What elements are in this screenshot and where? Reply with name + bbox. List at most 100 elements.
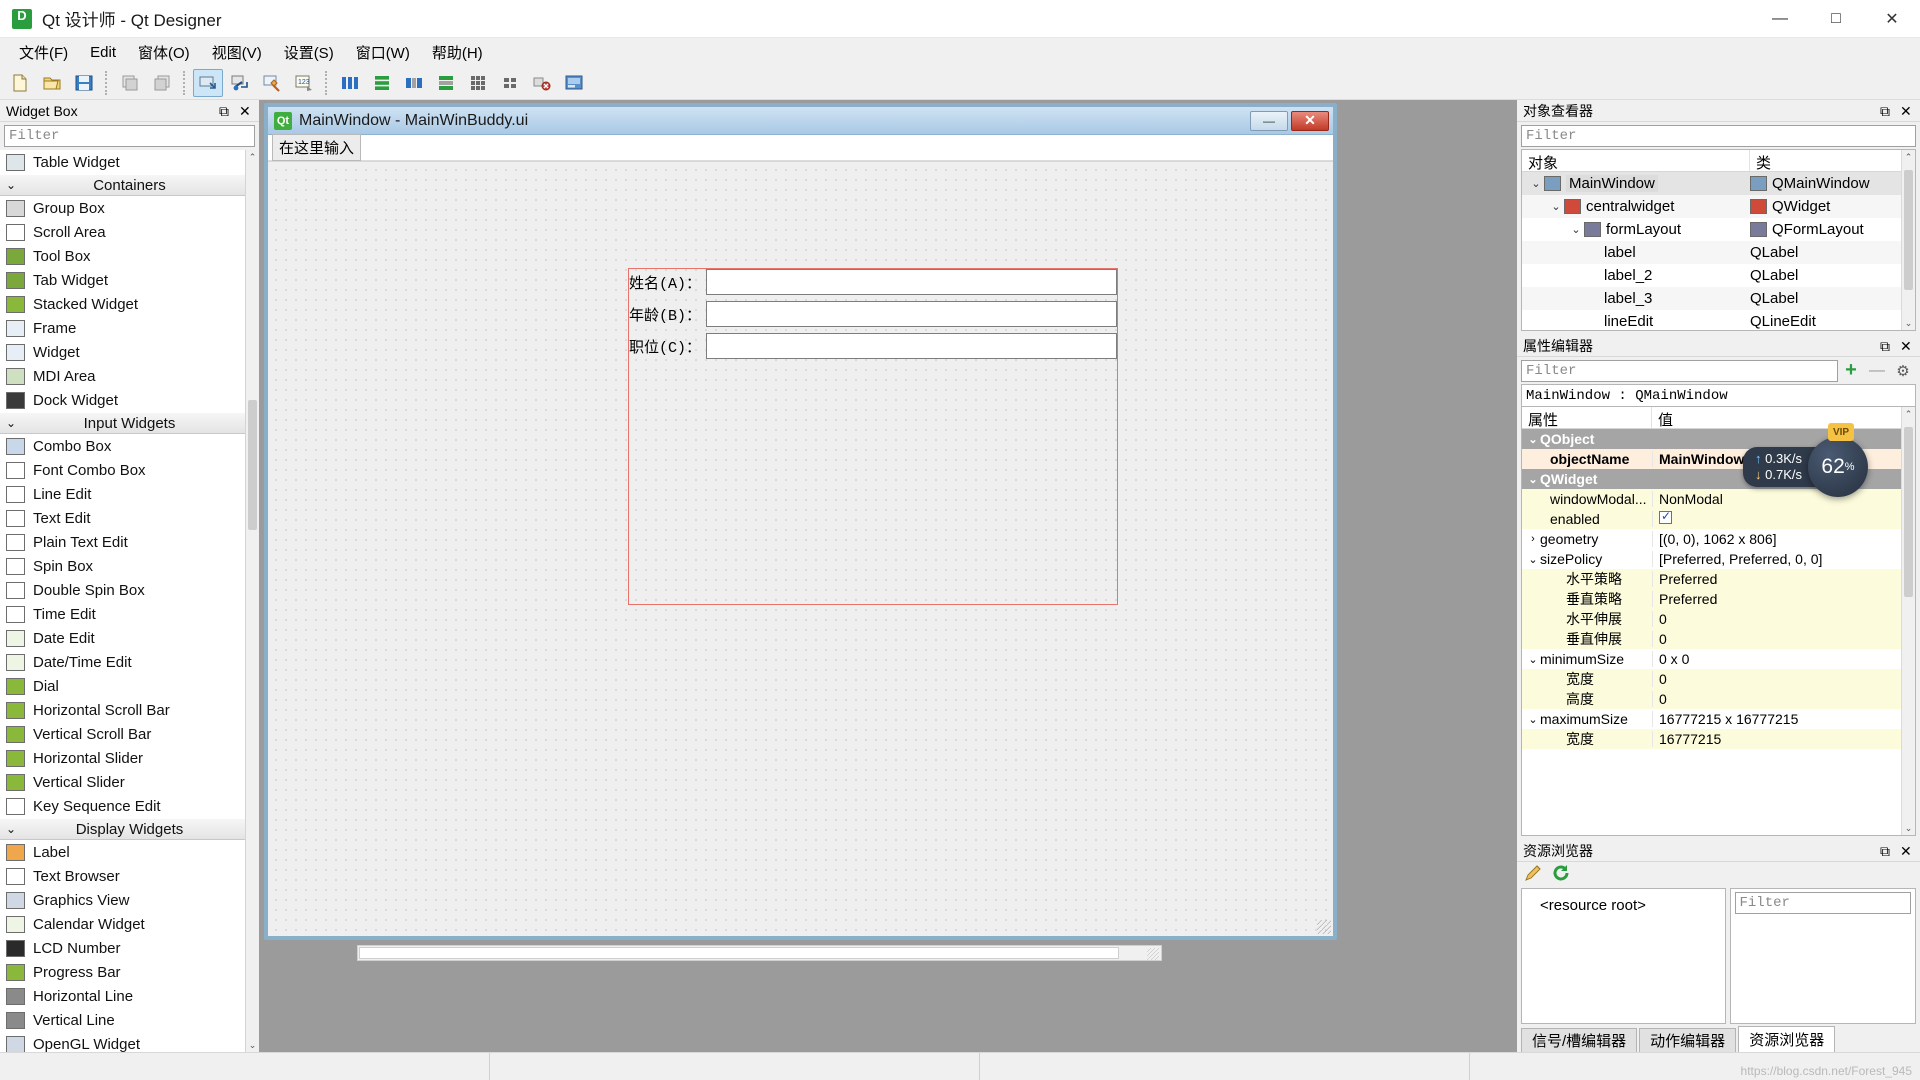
widget-box-category-display-widgets[interactable]: ⌄ Display Widgets bbox=[0, 818, 259, 840]
column-header-value[interactable]: 值 bbox=[1652, 407, 1915, 429]
property-value-cell[interactable]: MainWindow bbox=[1652, 451, 1915, 467]
object-tree-row[interactable]: label_2 QLabel bbox=[1522, 264, 1915, 287]
property-row[interactable]: 水平伸展 0 bbox=[1522, 609, 1915, 629]
widget-box-item[interactable]: Dial bbox=[0, 674, 259, 698]
widget-box-item[interactable]: Graphics View bbox=[0, 888, 259, 912]
object-tree-row[interactable]: ⌄ centralwidget QWidget bbox=[1522, 195, 1915, 218]
float-icon[interactable]: ⧉ bbox=[1880, 843, 1896, 859]
remove-property-button[interactable]: — bbox=[1864, 362, 1890, 380]
property-row[interactable]: 宽度 16777215 bbox=[1522, 729, 1915, 749]
chevron-down-icon[interactable]: ⌄ bbox=[1568, 223, 1584, 236]
layout-splitter-h-icon[interactable] bbox=[399, 69, 429, 97]
widget-box-item[interactable]: Calendar Widget bbox=[0, 912, 259, 936]
widget-box-category-containers[interactable]: ⌄ Containers bbox=[0, 174, 259, 196]
chevron-down-icon[interactable]: ⌄ bbox=[1526, 553, 1540, 566]
property-value-cell[interactable]: Preferred bbox=[1652, 591, 1915, 607]
scrollbar-grip[interactable] bbox=[1147, 948, 1159, 960]
property-value-cell[interactable]: NonModal bbox=[1652, 491, 1915, 507]
property-value-cell[interactable]: 16777215 bbox=[1652, 731, 1915, 747]
menu-settings[interactable]: 设置(S) bbox=[273, 38, 345, 67]
widget-box-item[interactable]: Double Spin Box bbox=[0, 578, 259, 602]
widget-box-item[interactable]: MDI Area bbox=[0, 364, 259, 388]
widget-box-item[interactable]: Vertical Scroll Bar bbox=[0, 722, 259, 746]
column-header-property[interactable]: 属性 bbox=[1522, 407, 1652, 429]
close-button[interactable]: ✕ bbox=[1864, 0, 1920, 38]
scroll-up-icon[interactable]: ⌃ bbox=[246, 150, 259, 164]
widget-box-item[interactable]: Line Edit bbox=[0, 482, 259, 506]
form-label[interactable]: 职位(C)： bbox=[629, 336, 705, 357]
layout-vertically-icon[interactable] bbox=[367, 69, 397, 97]
property-value-cell[interactable]: 0 bbox=[1652, 611, 1915, 627]
float-icon[interactable]: ⧉ bbox=[1880, 103, 1896, 119]
add-property-button[interactable]: + bbox=[1838, 359, 1864, 382]
menu-form[interactable]: 窗体(O) bbox=[127, 38, 201, 67]
widget-box-item[interactable]: Table Widget bbox=[0, 150, 259, 174]
property-row[interactable]: ⌄ QWidget bbox=[1522, 469, 1915, 489]
layout-splitter-v-icon[interactable] bbox=[431, 69, 461, 97]
property-row[interactable]: enabled bbox=[1522, 509, 1915, 529]
widget-box-item[interactable]: Tool Box bbox=[0, 244, 259, 268]
widget-box-item[interactable]: Tab Widget bbox=[0, 268, 259, 292]
widget-box-item[interactable]: Plain Text Edit bbox=[0, 530, 259, 554]
widget-box-item[interactable]: Date/Time Edit bbox=[0, 650, 259, 674]
form-horizontal-scrollbar[interactable] bbox=[357, 945, 1162, 961]
widget-box-item[interactable]: Progress Bar bbox=[0, 960, 259, 984]
maximize-button[interactable]: □ bbox=[1808, 0, 1864, 38]
property-value-cell[interactable] bbox=[1652, 511, 1915, 527]
float-icon[interactable]: ⧉ bbox=[219, 103, 235, 119]
resource-list[interactable]: Filter bbox=[1729, 888, 1916, 1024]
layout-horizontally-icon[interactable] bbox=[335, 69, 365, 97]
object-tree-row[interactable]: label_3 QLabel bbox=[1522, 287, 1915, 310]
widget-box-item[interactable]: Date Edit bbox=[0, 626, 259, 650]
widget-box-item[interactable]: Dock Widget bbox=[0, 388, 259, 412]
edit-signals-slots-icon[interactable] bbox=[225, 69, 255, 97]
scroll-up-icon[interactable]: ⌃ bbox=[1902, 407, 1915, 421]
close-icon[interactable]: ✕ bbox=[239, 103, 255, 119]
widget-box-category-input-widgets[interactable]: ⌄ Input Widgets bbox=[0, 412, 259, 434]
close-icon[interactable]: ✕ bbox=[1900, 843, 1916, 859]
form-label[interactable]: 年龄(B)： bbox=[629, 304, 705, 325]
scroll-up-icon[interactable]: ⌃ bbox=[1902, 150, 1915, 164]
widget-box-item[interactable]: OpenGL Widget bbox=[0, 1032, 259, 1052]
widget-box-item[interactable]: Group Box bbox=[0, 196, 259, 220]
object-tree-row[interactable]: ⌄ formLayout QFormLayout bbox=[1522, 218, 1915, 241]
widget-box-item[interactable]: Widget bbox=[0, 340, 259, 364]
property-value-cell[interactable]: Preferred bbox=[1652, 571, 1915, 587]
edit-pencil-icon[interactable] bbox=[1523, 863, 1543, 887]
scrollbar-thumb[interactable] bbox=[1904, 427, 1913, 597]
property-value-cell[interactable]: 0 x 0 bbox=[1652, 651, 1915, 667]
property-row[interactable]: 宽度 0 bbox=[1522, 669, 1915, 689]
menu-file[interactable]: 文件(F) bbox=[8, 38, 79, 67]
form-resize-grip[interactable] bbox=[1317, 920, 1331, 934]
open-folder-icon[interactable] bbox=[37, 69, 67, 97]
widget-box-item[interactable]: Stacked Widget bbox=[0, 292, 259, 316]
widget-box-item[interactable]: Font Combo Box bbox=[0, 458, 259, 482]
configure-property-button[interactable]: ⚙ bbox=[1890, 362, 1916, 380]
enabled-checkbox[interactable] bbox=[1659, 511, 1672, 524]
chevron-down-icon[interactable]: ⌄ bbox=[1526, 653, 1540, 666]
property-row[interactable]: ⌄ minimumSize 0 x 0 bbox=[1522, 649, 1915, 669]
edit-buddies-icon[interactable] bbox=[257, 69, 287, 97]
close-icon[interactable]: ✕ bbox=[1900, 103, 1916, 119]
widget-box-item[interactable]: Text Edit bbox=[0, 506, 259, 530]
widget-box-item[interactable]: Key Sequence Edit bbox=[0, 794, 259, 818]
save-icon[interactable] bbox=[69, 69, 99, 97]
property-editor-filter-input[interactable]: Filter bbox=[1521, 359, 1838, 382]
property-row[interactable]: 高度 0 bbox=[1522, 689, 1915, 709]
widget-box-item[interactable]: Vertical Slider bbox=[0, 770, 259, 794]
widget-box-item[interactable]: Time Edit bbox=[0, 602, 259, 626]
reload-icon[interactable] bbox=[1551, 863, 1571, 887]
form-window[interactable]: MainWindow - MainWinBuddy.ui — ✕ 在这里输入 姓… bbox=[264, 103, 1337, 940]
resource-filter-input[interactable]: Filter bbox=[1734, 892, 1911, 914]
property-row[interactable]: objectName MainWindow bbox=[1522, 449, 1915, 469]
form-minimize-button[interactable]: — bbox=[1250, 110, 1288, 131]
widget-box-item[interactable]: Label bbox=[0, 840, 259, 864]
menu-view[interactable]: 视图(V) bbox=[201, 38, 273, 67]
redo-icon[interactable] bbox=[147, 69, 177, 97]
bottom-tab[interactable]: 信号/槽编辑器 bbox=[1521, 1028, 1638, 1052]
property-value-cell[interactable]: 0 bbox=[1652, 631, 1915, 647]
form-menu-placeholder[interactable]: 在这里输入 bbox=[272, 134, 362, 161]
widget-box-item[interactable]: LCD Number bbox=[0, 936, 259, 960]
property-row[interactable]: 水平策略 Preferred bbox=[1522, 569, 1915, 589]
bottom-tab[interactable]: 动作编辑器 bbox=[1639, 1028, 1737, 1052]
